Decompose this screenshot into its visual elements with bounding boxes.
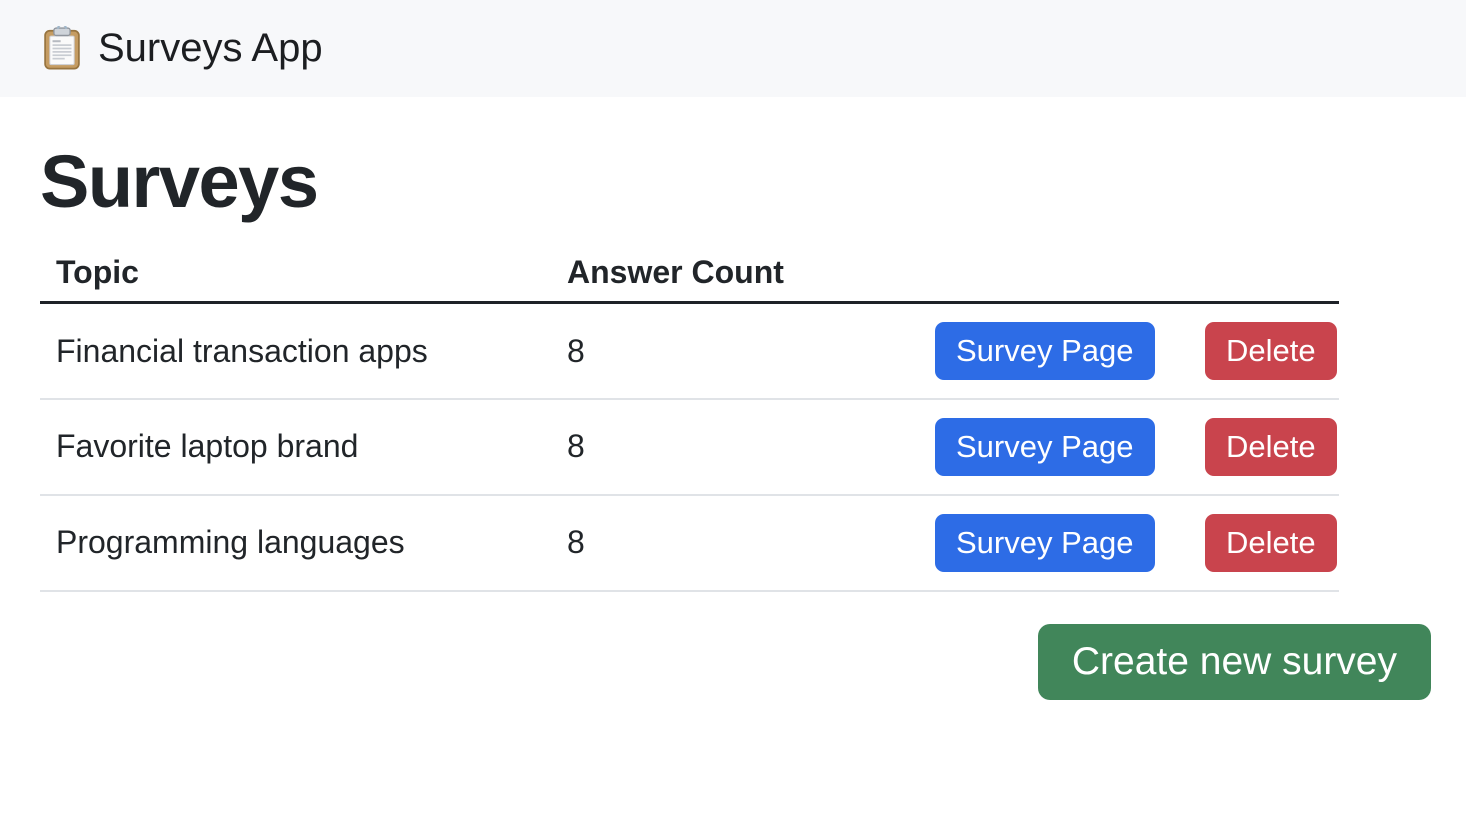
topic-cell: Favorite laptop brand (40, 399, 551, 495)
create-new-survey-button[interactable]: Create new survey (1038, 624, 1431, 700)
topic-column-header: Topic (40, 242, 551, 303)
create-survey-row: Create new survey (0, 624, 1466, 700)
answer-count-column-header: Answer Count (551, 242, 919, 303)
topic-cell: Financial transaction apps (40, 303, 551, 399)
survey-page-button[interactable]: Survey Page (935, 514, 1155, 572)
delete-button[interactable]: Delete (1205, 322, 1337, 380)
answer-count-cell: 8 (551, 303, 919, 399)
table-row: Favorite laptop brand 8 Survey Page Dele… (40, 399, 1339, 495)
delete-column-header (1189, 242, 1339, 303)
survey-page-column-header (919, 242, 1189, 303)
app-title: Surveys App (98, 26, 323, 71)
survey-page-button[interactable]: Survey Page (935, 322, 1155, 380)
answer-count-cell: 8 (551, 399, 919, 495)
surveys-table: Topic Answer Count Financial transaction… (40, 242, 1339, 592)
clipboard-icon (40, 26, 84, 72)
table-row: Financial transaction apps 8 Survey Page… (40, 303, 1339, 399)
delete-button[interactable]: Delete (1205, 514, 1337, 572)
main-content: Surveys Topic Answer Count Financial tra… (0, 141, 1466, 700)
table-row: Programming languages 8 Survey Page Dele… (40, 495, 1339, 591)
app-brand[interactable]: Surveys App (40, 26, 323, 72)
navbar: Surveys App (0, 0, 1466, 97)
topic-cell: Programming languages (40, 495, 551, 591)
page-title: Surveys (40, 141, 1466, 222)
delete-button[interactable]: Delete (1205, 418, 1337, 476)
survey-page-button[interactable]: Survey Page (935, 418, 1155, 476)
answer-count-cell: 8 (551, 495, 919, 591)
table-header-row: Topic Answer Count (40, 242, 1339, 303)
